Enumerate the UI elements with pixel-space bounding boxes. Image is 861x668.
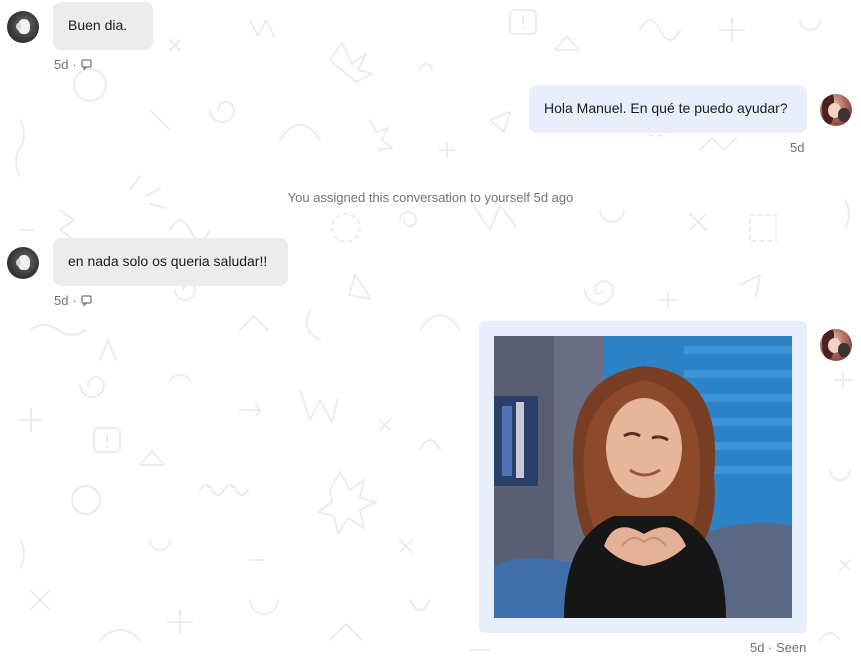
message-time: 5d xyxy=(54,293,69,308)
outgoing-message-bubble[interactable]: Hola Manuel. En qué te puedo ayudar? xyxy=(529,85,807,133)
agent-avatar[interactable] xyxy=(820,94,852,126)
message-text: Buen dia. xyxy=(68,17,128,33)
gif-image[interactable] xyxy=(494,336,792,618)
agent-avatar[interactable] xyxy=(820,329,852,361)
avatar-image-pet xyxy=(838,343,850,357)
message-status: 5d · Seen xyxy=(750,640,807,655)
message-time: 5d xyxy=(54,57,69,72)
system-event-text: You assigned this conversation to yourse… xyxy=(287,190,574,205)
incoming-message-bubble[interactable]: Buen dia. xyxy=(53,2,153,50)
note-icon[interactable] xyxy=(81,59,92,70)
message-meta: 5d xyxy=(790,140,804,155)
customer-avatar[interactable] xyxy=(7,11,39,43)
conversation-thread: Buen dia. 5d · Hola Manuel. En qué te pu… xyxy=(0,0,861,668)
message-text: en nada solo os queria saludar!! xyxy=(68,253,268,269)
system-event-note: You assigned this conversation to yourse… xyxy=(0,190,861,205)
note-icon[interactable] xyxy=(81,295,92,306)
meta-separator: · xyxy=(72,293,77,308)
meta-separator: · xyxy=(72,57,77,72)
avatar-image-pet xyxy=(838,108,850,122)
message-meta: 5d · xyxy=(54,57,92,72)
message-text: Hola Manuel. En qué te puedo ayudar? xyxy=(544,100,788,116)
avatar-image-detail xyxy=(16,23,21,30)
message-meta: 5d · xyxy=(54,293,92,308)
incoming-message-bubble[interactable]: en nada solo os queria saludar!! xyxy=(53,238,288,286)
message-time: 5d xyxy=(790,140,805,155)
customer-avatar[interactable] xyxy=(7,247,39,279)
avatar-image-detail xyxy=(16,259,21,266)
message-meta: 5d · Seen xyxy=(750,640,806,655)
outgoing-gif-message[interactable] xyxy=(479,321,807,633)
